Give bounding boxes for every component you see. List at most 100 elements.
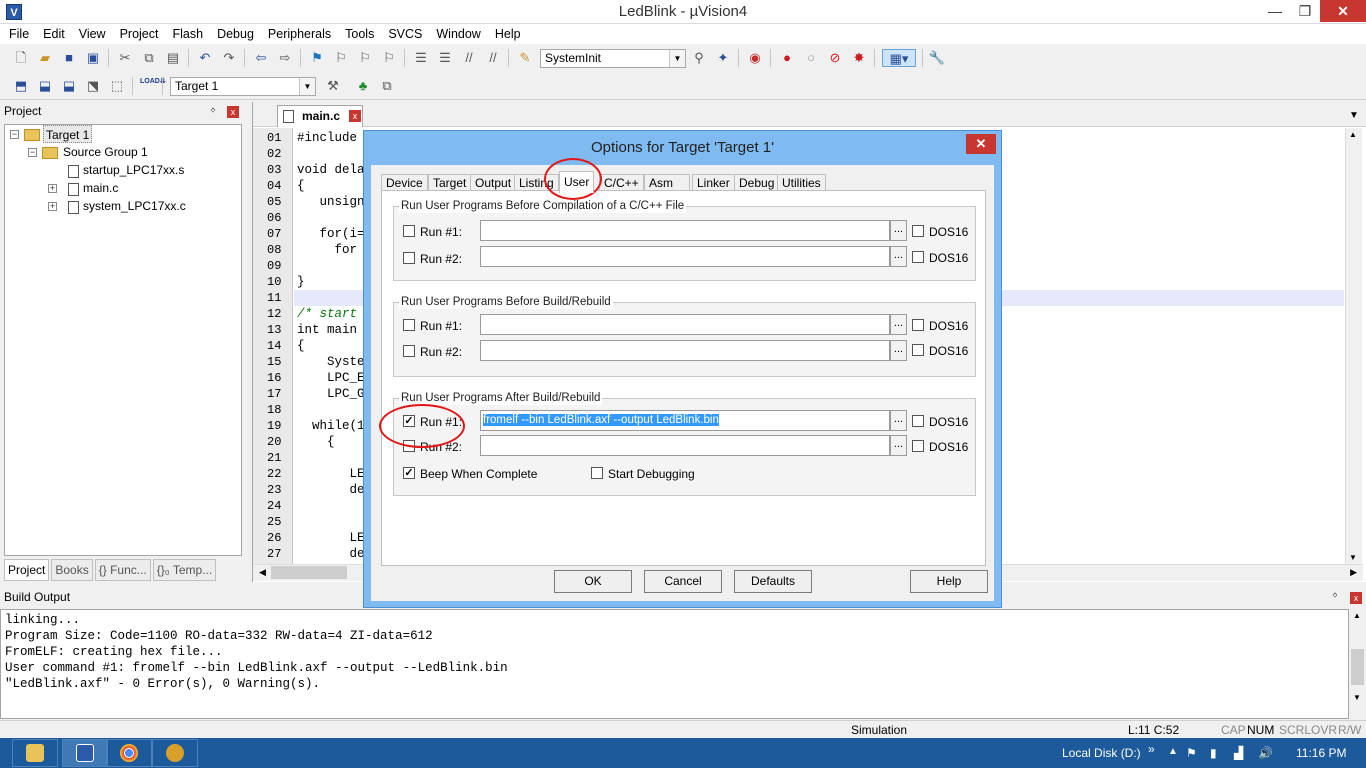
- function-combo[interactable]: SystemInit ▼: [540, 49, 686, 68]
- toolbar-location[interactable]: Local Disk (D:): [1062, 746, 1141, 760]
- translate-icon[interactable]: ⬒: [12, 77, 30, 95]
- unindent-icon[interactable]: ☰: [436, 49, 454, 67]
- target-combo[interactable]: Target 1 ▼: [170, 77, 316, 96]
- menu-debug[interactable]: Debug: [210, 24, 261, 44]
- kill-all-breakpoints-icon[interactable]: ✸: [850, 49, 868, 67]
- battery-icon[interactable]: ▮: [1210, 746, 1217, 760]
- chevron-down-icon[interactable]: ▼: [299, 78, 315, 95]
- close-icon[interactable]: x: [349, 110, 361, 122]
- taskbar-chrome[interactable]: [106, 739, 152, 767]
- breakpoint-icon[interactable]: ●: [778, 49, 796, 67]
- dialog-close-button[interactable]: ✕: [966, 134, 996, 154]
- menu-view[interactable]: View: [72, 24, 113, 44]
- close-window-button[interactable]: ✕: [1320, 0, 1366, 22]
- bookmark-icon[interactable]: ⚑: [308, 49, 326, 67]
- flag-icon[interactable]: ⚑: [1186, 746, 1197, 760]
- run1-dos16-checkbox[interactable]: [912, 319, 924, 331]
- redo-icon[interactable]: ↷: [220, 49, 238, 67]
- menu-help[interactable]: Help: [488, 24, 528, 44]
- stop-build-icon[interactable]: ⬚: [108, 77, 126, 95]
- run1-checkbox[interactable]: [403, 319, 415, 331]
- run2-dos16-checkbox[interactable]: [912, 440, 924, 452]
- nav-forward-icon[interactable]: ⇨: [276, 49, 294, 67]
- help-button[interactable]: Help: [910, 570, 988, 593]
- menu-project[interactable]: Project: [113, 24, 166, 44]
- indent-icon[interactable]: ☰: [412, 49, 430, 67]
- scroll-left-icon[interactable]: ◀: [259, 567, 266, 578]
- build-icon[interactable]: ⬓: [36, 77, 54, 95]
- manage-components-icon[interactable]: ♣: [354, 77, 372, 95]
- run1-command-input[interactable]: [480, 220, 890, 241]
- menu-peripherals[interactable]: Peripherals: [261, 24, 338, 44]
- run2-dos16-checkbox[interactable]: [912, 251, 924, 263]
- expand-icon[interactable]: +: [48, 184, 57, 193]
- run2-browse-button[interactable]: ...: [890, 340, 907, 361]
- run1-browse-button[interactable]: ...: [890, 220, 907, 241]
- menu-edit[interactable]: Edit: [36, 24, 72, 44]
- save-all-icon[interactable]: ▣: [84, 49, 102, 67]
- scroll-down-icon[interactable]: ▼: [1353, 693, 1361, 702]
- tab-templates[interactable]: {}₀ Temp...: [152, 559, 217, 581]
- copy-icon[interactable]: ⧉: [140, 49, 158, 67]
- open-folder-icon[interactable]: ▰: [36, 49, 54, 67]
- editor-vertical-scrollbar[interactable]: ▲ ▼: [1345, 128, 1362, 564]
- disable-all-breakpoints-icon[interactable]: ⊘: [826, 49, 844, 67]
- menu-flash[interactable]: Flash: [165, 24, 210, 44]
- collapse-icon[interactable]: −: [10, 130, 19, 139]
- build-output-scrollbar[interactable]: ▲ ▼: [1349, 609, 1366, 704]
- taskbar-uvision[interactable]: [62, 739, 108, 767]
- next-bookmark-icon[interactable]: ⚐: [356, 49, 374, 67]
- run2-checkbox[interactable]: [403, 345, 415, 357]
- scroll-thumb[interactable]: [1351, 649, 1364, 685]
- target-options-icon[interactable]: ⚒: [324, 77, 342, 95]
- run2-command-input[interactable]: [480, 246, 890, 267]
- chevron-down-icon[interactable]: ▼: [1349, 110, 1359, 121]
- tab-project[interactable]: Project: [4, 559, 50, 581]
- uncomment-icon[interactable]: //: [484, 49, 502, 67]
- run2-command-input[interactable]: [480, 435, 890, 456]
- expand-icon[interactable]: +: [48, 202, 57, 211]
- menu-file[interactable]: File: [2, 24, 36, 44]
- collapse-icon[interactable]: −: [28, 148, 37, 157]
- menu-window[interactable]: Window: [429, 24, 487, 44]
- cut-icon[interactable]: ✂: [116, 49, 134, 67]
- tab-books[interactable]: Books: [51, 559, 93, 581]
- taskbar-app[interactable]: [152, 739, 198, 767]
- scroll-up-icon[interactable]: ▲: [1349, 130, 1357, 139]
- maximize-button[interactable]: ❐: [1290, 0, 1320, 22]
- volume-icon[interactable]: 🔊: [1258, 746, 1273, 760]
- run2-dos16-checkbox[interactable]: [912, 344, 924, 356]
- cancel-button[interactable]: Cancel: [644, 570, 722, 593]
- scroll-thumb[interactable]: [271, 566, 347, 579]
- prev-bookmark-icon[interactable]: ⚐: [332, 49, 350, 67]
- ok-button[interactable]: OK: [554, 570, 632, 593]
- tree-item-target[interactable]: Target 1: [43, 125, 93, 143]
- pin-icon[interactable]: ᛜ: [1332, 591, 1338, 602]
- network-icon[interactable]: ▟: [1234, 746, 1243, 760]
- scroll-up-icon[interactable]: ▲: [1353, 611, 1361, 620]
- run2-browse-button[interactable]: ...: [890, 246, 907, 267]
- show-hidden-icons[interactable]: ▲: [1168, 746, 1178, 757]
- defaults-button[interactable]: Defaults: [734, 570, 812, 593]
- run1-dos16-checkbox[interactable]: [912, 415, 924, 427]
- run2-command-input[interactable]: [480, 340, 890, 361]
- batch-build-icon[interactable]: ⬔: [84, 77, 102, 95]
- minimize-button[interactable]: —: [1260, 0, 1290, 22]
- start-debugging-checkbox[interactable]: [591, 467, 603, 479]
- menu-tools[interactable]: Tools: [338, 24, 381, 44]
- nav-back-icon[interactable]: ⇦: [252, 49, 270, 67]
- beep-checkbox-checked[interactable]: ✓: [403, 467, 415, 479]
- run1-browse-button[interactable]: ...: [890, 314, 907, 335]
- close-icon[interactable]: x: [1350, 592, 1362, 604]
- taskbar-explorer[interactable]: [12, 739, 58, 767]
- rebuild-icon[interactable]: ⬓: [60, 77, 78, 95]
- tree-item-main-file[interactable]: main.c: [83, 179, 118, 197]
- run1-command-input[interactable]: [480, 314, 890, 335]
- run1-dos16-checkbox[interactable]: [912, 225, 924, 237]
- run2-checkbox[interactable]: [403, 252, 415, 264]
- tab-user[interactable]: User: [559, 171, 595, 193]
- new-file-icon[interactable]: 🗋: [12, 49, 30, 67]
- chevron-icon[interactable]: »: [1148, 742, 1155, 756]
- configure-icon[interactable]: 🔧: [928, 49, 946, 67]
- chevron-down-icon[interactable]: ▼: [669, 50, 685, 67]
